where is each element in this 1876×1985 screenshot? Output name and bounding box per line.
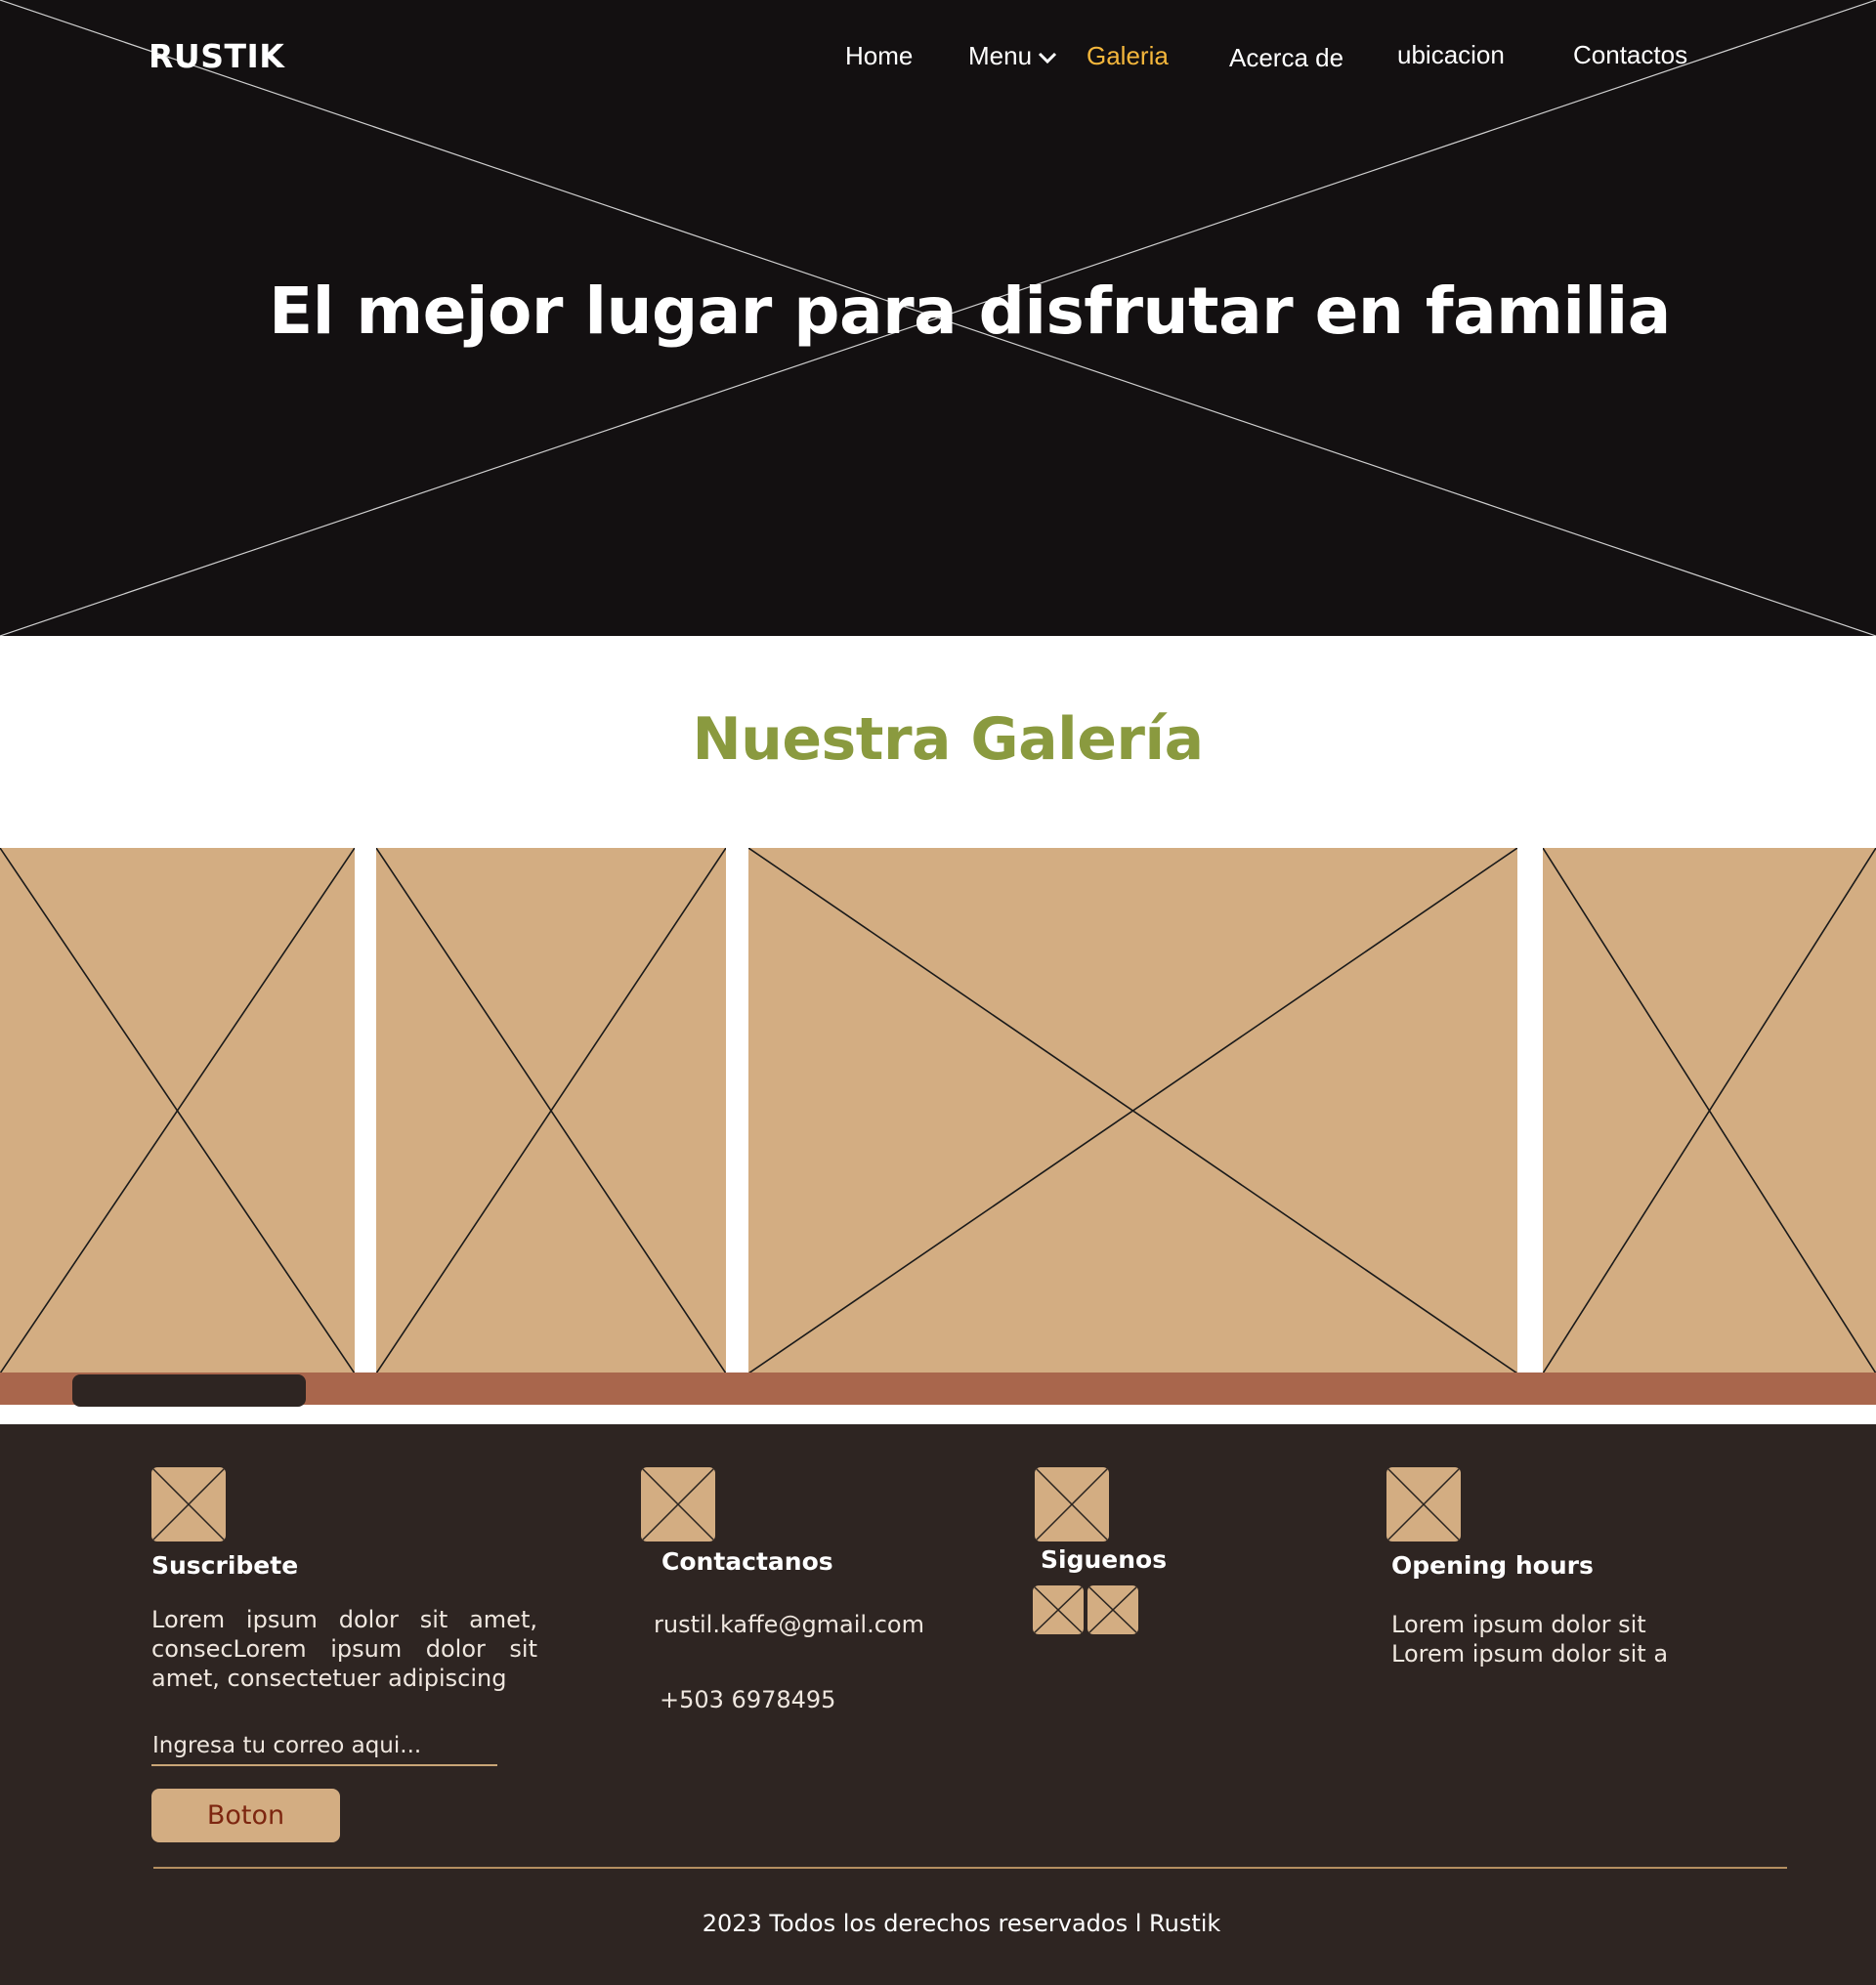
- image-placeholder-icon: [748, 848, 1517, 1373]
- gallery-image-2[interactable]: [376, 848, 726, 1373]
- follow-icon: [1035, 1467, 1109, 1542]
- nav-galeria[interactable]: Galeria: [1087, 41, 1169, 71]
- brand-logo[interactable]: RUSTIK: [149, 37, 284, 75]
- contact-phone-link[interactable]: +503 6978495: [660, 1685, 835, 1714]
- nav-contactos[interactable]: Contactos: [1573, 40, 1687, 70]
- clock-icon: [1386, 1467, 1461, 1542]
- follow-heading: Siguenos: [1041, 1545, 1168, 1574]
- copyright-text: 2023 Todos los derechos reservados l Rus…: [702, 1910, 1221, 1937]
- image-placeholder-icon: [1543, 848, 1876, 1373]
- gallery-title: Nuestra Galería: [692, 705, 1204, 774]
- hours-line-2: Lorem ipsum dolor sit a: [1391, 1640, 1669, 1668]
- nav-menu[interactable]: Menu: [968, 41, 1057, 71]
- chevron-down-icon: [1038, 53, 1057, 64]
- footer-divider: [153, 1867, 1787, 1869]
- subscribe-icon: [151, 1467, 226, 1542]
- email-field[interactable]: [151, 1727, 497, 1766]
- footer: [0, 1424, 1876, 1985]
- contact-email-link[interactable]: rustil.kaffe@gmail.com: [654, 1610, 924, 1639]
- image-placeholder-icon: [376, 848, 726, 1373]
- hero-banner: RUSTIK Home Menu Galeria Acerca de ubica…: [0, 0, 1876, 636]
- gallery-image-4[interactable]: [1543, 848, 1876, 1373]
- social-icon-1[interactable]: [1033, 1585, 1084, 1634]
- nav-home[interactable]: Home: [845, 41, 913, 71]
- contact-icon: [641, 1467, 715, 1542]
- image-placeholder-icon: [0, 848, 355, 1373]
- subscribe-button[interactable]: Boton: [151, 1789, 340, 1842]
- contact-heading: Contactanos: [661, 1547, 833, 1576]
- subscribe-text: Lorem ipsum dolor sit amet, consecLorem …: [151, 1606, 537, 1692]
- nav-ubicacion[interactable]: ubicacion: [1397, 40, 1505, 70]
- hours-heading: Opening hours: [1391, 1551, 1594, 1580]
- hours-line-1: Lorem ipsum dolor sit: [1391, 1611, 1646, 1638]
- gallery-image-3[interactable]: [748, 848, 1517, 1373]
- subscribe-heading: Suscribete: [151, 1551, 299, 1580]
- nav-menu-label: Menu: [968, 41, 1033, 70]
- gallery-scrollbar-thumb[interactable]: [72, 1374, 306, 1407]
- social-icon-2[interactable]: [1087, 1585, 1138, 1634]
- nav-acerca-de[interactable]: Acerca de: [1229, 43, 1343, 73]
- hero-title: El mejor lugar para disfrutar en familia: [269, 274, 1671, 349]
- gallery-image-1[interactable]: [0, 848, 355, 1373]
